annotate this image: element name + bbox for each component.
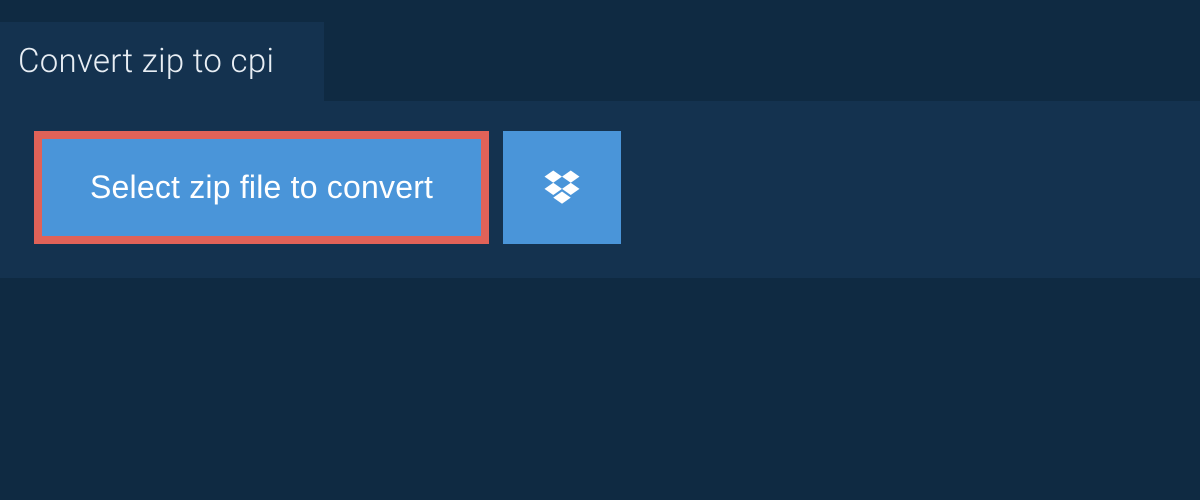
select-file-highlight: Select zip file to convert (34, 131, 489, 244)
dropbox-icon (541, 167, 583, 209)
select-file-label: Select zip file to convert (90, 169, 433, 205)
converter-panel: Select zip file to convert (0, 101, 1200, 278)
tab-bar: Convert zip to cpi (0, 0, 1200, 101)
button-row: Select zip file to convert (34, 131, 1166, 244)
tab-title: Convert zip to cpi (18, 42, 274, 81)
select-file-button[interactable]: Select zip file to convert (42, 139, 481, 236)
tab-convert[interactable]: Convert zip to cpi (0, 22, 324, 101)
dropbox-button[interactable] (503, 131, 621, 244)
